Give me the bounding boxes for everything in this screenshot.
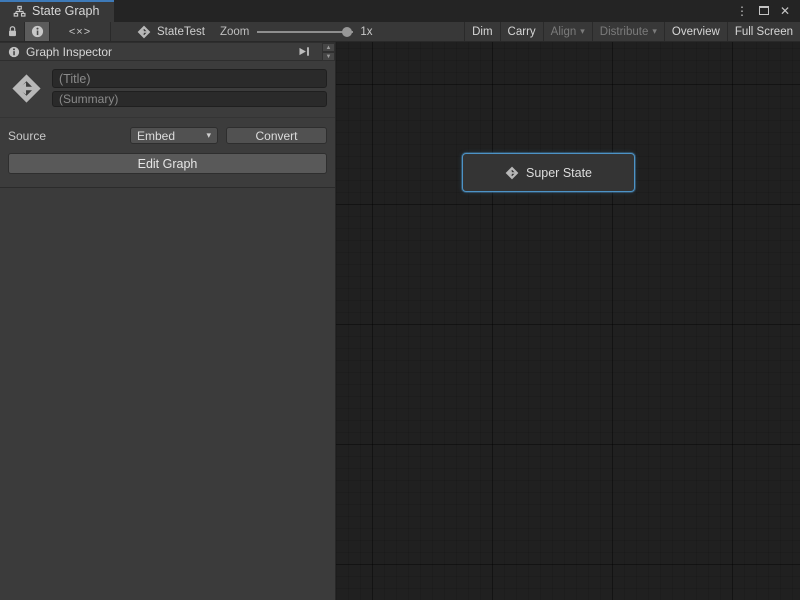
- state-graph-icon-large: [8, 73, 45, 104]
- tab-bar: State Graph ⋮ ✕: [0, 0, 800, 22]
- dock-panel-button[interactable]: [298, 46, 311, 57]
- inspector-scrollbar: ▲ ▼: [322, 43, 335, 61]
- fullscreen-button[interactable]: Full Screen: [727, 22, 800, 41]
- align-button[interactable]: Align ▾: [543, 22, 592, 41]
- graph-summary-input[interactable]: [52, 91, 327, 107]
- source-label: Source: [8, 129, 122, 143]
- state-graph-icon: [137, 25, 151, 39]
- breadcrumb-label: StateTest: [157, 26, 205, 38]
- graph-canvas[interactable]: Super State: [336, 42, 800, 600]
- lock-icon: [7, 25, 18, 38]
- scroll-down-button[interactable]: ▼: [322, 52, 335, 61]
- info-icon: [31, 25, 44, 38]
- convert-button[interactable]: Convert: [226, 127, 327, 144]
- graph-inspector-panel: Graph Inspector ▲ ▼: [0, 42, 336, 600]
- toolbar-right-buttons: Dim Carry Align ▾ Distribute ▾ Overview …: [464, 22, 800, 41]
- breadcrumb[interactable]: StateTest: [137, 22, 205, 41]
- maximize-icon[interactable]: [759, 0, 769, 22]
- window-controls: ⋮ ✕: [736, 0, 800, 22]
- zoom-slider-track: [257, 31, 353, 33]
- zoom-value: 1x: [360, 26, 372, 38]
- app-window: State Graph ⋮ ✕ <×>: [0, 0, 800, 600]
- active-tab-accent: [0, 0, 114, 2]
- graph-hierarchy-icon: [13, 5, 26, 18]
- source-dropdown-value: Embed: [137, 129, 202, 143]
- graph-toolbar: <×> StateTest Zoom 1x Dim Carry Align: [0, 22, 800, 42]
- inspector-empty-area: [0, 188, 335, 600]
- distribute-button[interactable]: Distribute ▾: [592, 22, 664, 41]
- state-node-icon: [505, 166, 519, 180]
- inspector-title: Graph Inspector: [26, 45, 292, 59]
- tab-label: State Graph: [32, 4, 99, 18]
- node-super-state[interactable]: Super State: [462, 153, 635, 192]
- dropdown-arrow-icon: ▾: [652, 26, 657, 37]
- info-icon: [8, 46, 20, 58]
- close-icon[interactable]: ✕: [780, 0, 790, 22]
- dock-right-icon: [298, 46, 311, 57]
- window-menu-icon[interactable]: ⋮: [736, 0, 748, 22]
- inspector-toggle-button[interactable]: [25, 22, 49, 41]
- dropdown-arrow-icon: ▾: [580, 26, 585, 37]
- inspector-content: Source Embed ▾ Convert Edit Graph: [0, 61, 335, 600]
- code-preview-button[interactable]: <×>: [50, 22, 110, 41]
- tab-state-graph[interactable]: State Graph: [0, 0, 114, 22]
- source-dropdown[interactable]: Embed ▾: [130, 127, 218, 144]
- carry-button[interactable]: Carry: [500, 22, 543, 41]
- dim-button[interactable]: Dim: [464, 22, 499, 41]
- graph-title-input[interactable]: [52, 69, 327, 88]
- zoom-label: Zoom: [220, 26, 249, 38]
- toolbar-separator: [110, 22, 111, 41]
- zoom-slider[interactable]: [257, 22, 353, 42]
- scroll-up-button[interactable]: ▲: [322, 43, 335, 52]
- dropdown-arrow-icon: ▾: [206, 130, 211, 141]
- overview-button[interactable]: Overview: [664, 22, 727, 41]
- code-icon: <×>: [69, 26, 91, 38]
- zoom-control: Zoom 1x: [220, 22, 373, 41]
- inspector-header: Graph Inspector: [0, 42, 335, 61]
- node-label: Super State: [526, 166, 592, 180]
- zoom-slider-thumb[interactable]: [342, 27, 352, 37]
- edit-graph-button[interactable]: Edit Graph: [8, 153, 327, 174]
- lock-button[interactable]: [0, 22, 24, 41]
